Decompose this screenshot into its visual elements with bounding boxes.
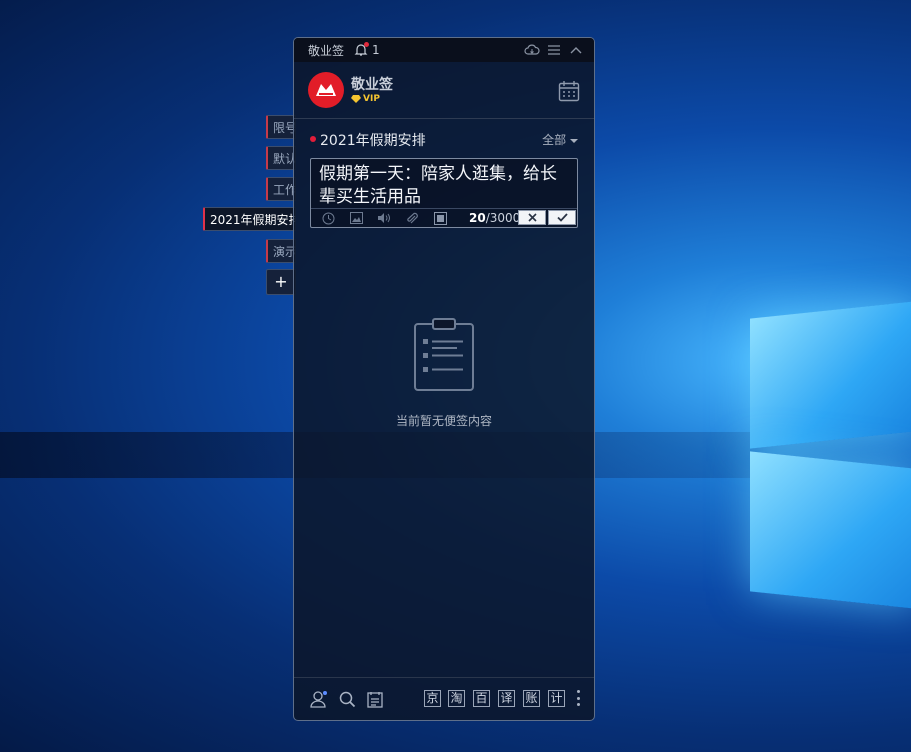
search-icon[interactable] bbox=[338, 690, 356, 708]
confirm-button[interactable] bbox=[548, 210, 576, 225]
more-options-icon[interactable] bbox=[576, 690, 580, 706]
tag-tab[interactable]: 默认 bbox=[266, 146, 296, 170]
app-header: 敬业签 VIP bbox=[294, 62, 594, 118]
check-icon bbox=[556, 213, 568, 222]
shortcut-baidu[interactable]: 百 bbox=[473, 690, 490, 707]
collapse-icon[interactable] bbox=[568, 42, 584, 58]
shortcut-jd[interactable]: 京 bbox=[424, 690, 441, 707]
shortcut-accounting[interactable]: 账 bbox=[523, 690, 540, 707]
attachment-icon[interactable] bbox=[405, 211, 419, 225]
vip-badge[interactable]: VIP bbox=[351, 94, 380, 104]
note-text-input[interactable]: 假期第一天：陪家人逛集，给长辈买生活用品 bbox=[311, 159, 577, 213]
shortcut-translate[interactable]: 译 bbox=[498, 690, 515, 707]
window-title: 敬业签 bbox=[308, 43, 345, 58]
app-name: 敬业签 bbox=[351, 77, 393, 93]
note-panel: 敬业签 1 敬业签 VIP 2021年假期安排 全部 假期第一天：陪家人逛集，给… bbox=[293, 37, 595, 721]
stop-icon[interactable] bbox=[433, 211, 447, 225]
close-icon bbox=[527, 213, 537, 222]
shortcut-taobao[interactable]: 淘 bbox=[448, 690, 465, 707]
clipboard-icon bbox=[413, 318, 475, 392]
bottom-toolbar: 京 淘 百 译 账 计 bbox=[294, 677, 594, 720]
tag-tab-active[interactable]: 2021年假期安排 bbox=[203, 207, 296, 231]
menu-icon[interactable] bbox=[546, 42, 562, 58]
tag-tab[interactable]: 限号 bbox=[266, 115, 296, 139]
audio-icon[interactable] bbox=[377, 211, 391, 225]
category-row: 2021年假期安排 全部 bbox=[294, 119, 594, 157]
filter-dropdown[interactable]: 全部 bbox=[542, 131, 578, 148]
empty-message: 当前暂无便签内容 bbox=[395, 414, 492, 428]
windows-logo bbox=[745, 290, 911, 620]
cloud-sync-icon[interactable] bbox=[524, 42, 540, 58]
shortcut-calculator[interactable]: 计 bbox=[548, 690, 565, 707]
diamond-icon bbox=[351, 95, 361, 103]
notification-count: 1 bbox=[372, 43, 380, 57]
empty-state: 当前暂无便签内容 bbox=[294, 318, 594, 429]
calendar-icon[interactable] bbox=[558, 80, 580, 106]
chevron-down-icon bbox=[570, 139, 578, 143]
cancel-button[interactable] bbox=[518, 210, 546, 225]
tag-tab[interactable]: 工作 bbox=[266, 177, 296, 201]
add-tag-button[interactable]: + bbox=[266, 269, 296, 295]
char-counter: 20/3000 bbox=[469, 211, 521, 225]
category-title: 2021年假期安排 bbox=[320, 133, 426, 149]
app-logo[interactable] bbox=[308, 72, 344, 108]
note-editor[interactable]: 假期第一天：陪家人逛集，给长辈买生活用品 20/3000 bbox=[310, 158, 578, 228]
user-settings-icon[interactable] bbox=[310, 690, 328, 708]
editor-toolbar: 20/3000 bbox=[311, 208, 577, 227]
category-dot bbox=[310, 136, 316, 142]
clock-icon[interactable] bbox=[321, 211, 335, 225]
title-bar[interactable]: 敬业签 1 bbox=[294, 38, 594, 62]
tag-tab[interactable]: 演示 bbox=[266, 239, 296, 263]
image-icon[interactable] bbox=[349, 211, 363, 225]
notes-list-icon[interactable] bbox=[366, 690, 384, 708]
bell-icon[interactable] bbox=[354, 42, 370, 57]
